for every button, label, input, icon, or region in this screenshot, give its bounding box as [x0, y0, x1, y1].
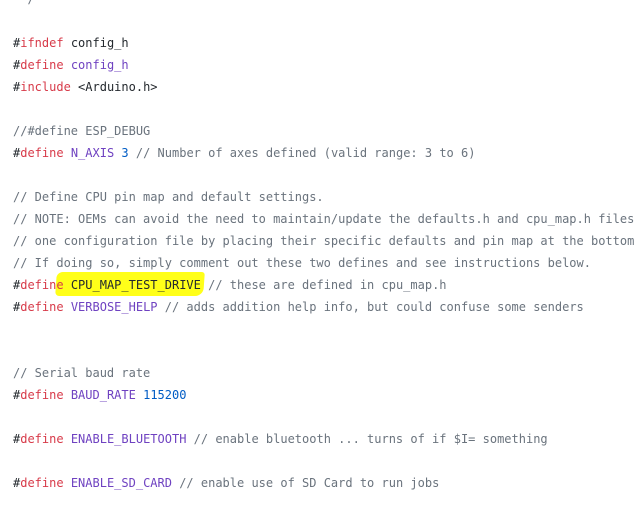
code-token-str: <Arduino.h>: [78, 80, 158, 94]
code-token-com: // one configuration file by placing the…: [13, 234, 635, 248]
code-token-com: // adds addition help info, but could co…: [157, 300, 584, 314]
code-token-kw: define: [20, 300, 64, 314]
code-line: #include <Arduino.h>: [13, 76, 634, 98]
code-line: // If doing so, simply comment out these…: [13, 252, 634, 274]
code-token-kw: define: [20, 146, 64, 160]
code-token-num: 3: [121, 146, 129, 160]
code-token-macro: ENABLE_BLUETOOTH: [70, 432, 187, 446]
code-token-com: // Number of axes defined (valid range: …: [128, 146, 476, 160]
code-token-num: 115200: [143, 388, 187, 402]
code-line: #define config_h: [13, 54, 634, 76]
code-line: #define ENABLE_BLUETOOTH // enable bluet…: [13, 428, 634, 450]
code-token-com: //#define ESP_DEBUG: [13, 124, 151, 138]
code-token-kw: define: [20, 388, 64, 402]
code-line: // one configuration file by placing the…: [13, 230, 634, 252]
code-line: #define N_AXIS 3 // Number of axes defin…: [13, 142, 634, 164]
code-line: */: [13, 0, 634, 10]
code-token-kw: define: [20, 278, 64, 292]
code-token-kw: ifndef: [20, 36, 64, 50]
code-token-macro: config_h: [70, 58, 129, 72]
code-token-plain: config_h: [63, 36, 129, 50]
code-token-com: // NOTE: OEMs can avoid the need to main…: [13, 212, 635, 226]
code-line: // Define CPU pin map and default settin…: [13, 186, 634, 208]
code-block: */ #ifndef config_h#define config_h#inclu…: [13, 0, 634, 516]
code-token-com: // enable bluetooth ... turns of if $I= …: [186, 432, 548, 446]
code-token-plain: CPU_MAP_TEST_DRIVE: [70, 278, 201, 292]
code-line: //#define ESP_DEBUG: [13, 120, 634, 142]
code-line: #define ENABLE_SD_CARD // enable use of …: [13, 472, 634, 494]
code-line: #ifndef config_h: [13, 32, 634, 54]
code-line: // Serial baud rate: [13, 362, 634, 384]
code-token-com: // Define CPU pin map and default settin…: [13, 190, 324, 204]
code-token-kw: include: [20, 80, 71, 94]
code-token-com: // Serial baud rate: [13, 366, 151, 380]
code-line: #define BAUD_RATE 115200: [13, 384, 634, 406]
code-line: #define VERBOSE_HELP // adds addition he…: [13, 296, 634, 318]
code-token-macro: VERBOSE_HELP: [70, 300, 158, 314]
code-token-com: // these are defined in cpu_map.h: [200, 278, 447, 292]
code-token-kw: define: [20, 58, 64, 72]
code-token-kw: define: [20, 432, 64, 446]
code-token-macro: N_AXIS: [70, 146, 115, 160]
code-token-macro: BAUD_RATE: [70, 388, 136, 402]
code-line: #define CPU_MAP_TEST_DRIVE // these are …: [13, 274, 634, 296]
code-line: // NOTE: OEMs can avoid the need to main…: [13, 208, 634, 230]
code-token-com: */: [13, 0, 34, 6]
code-token-com: // If doing so, simply comment out these…: [13, 256, 591, 270]
code-token-macro: ENABLE_SD_CARD: [70, 476, 172, 490]
code-token-kw: define: [20, 476, 64, 490]
code-token-com: // enable use of SD Card to run jobs: [171, 476, 440, 490]
